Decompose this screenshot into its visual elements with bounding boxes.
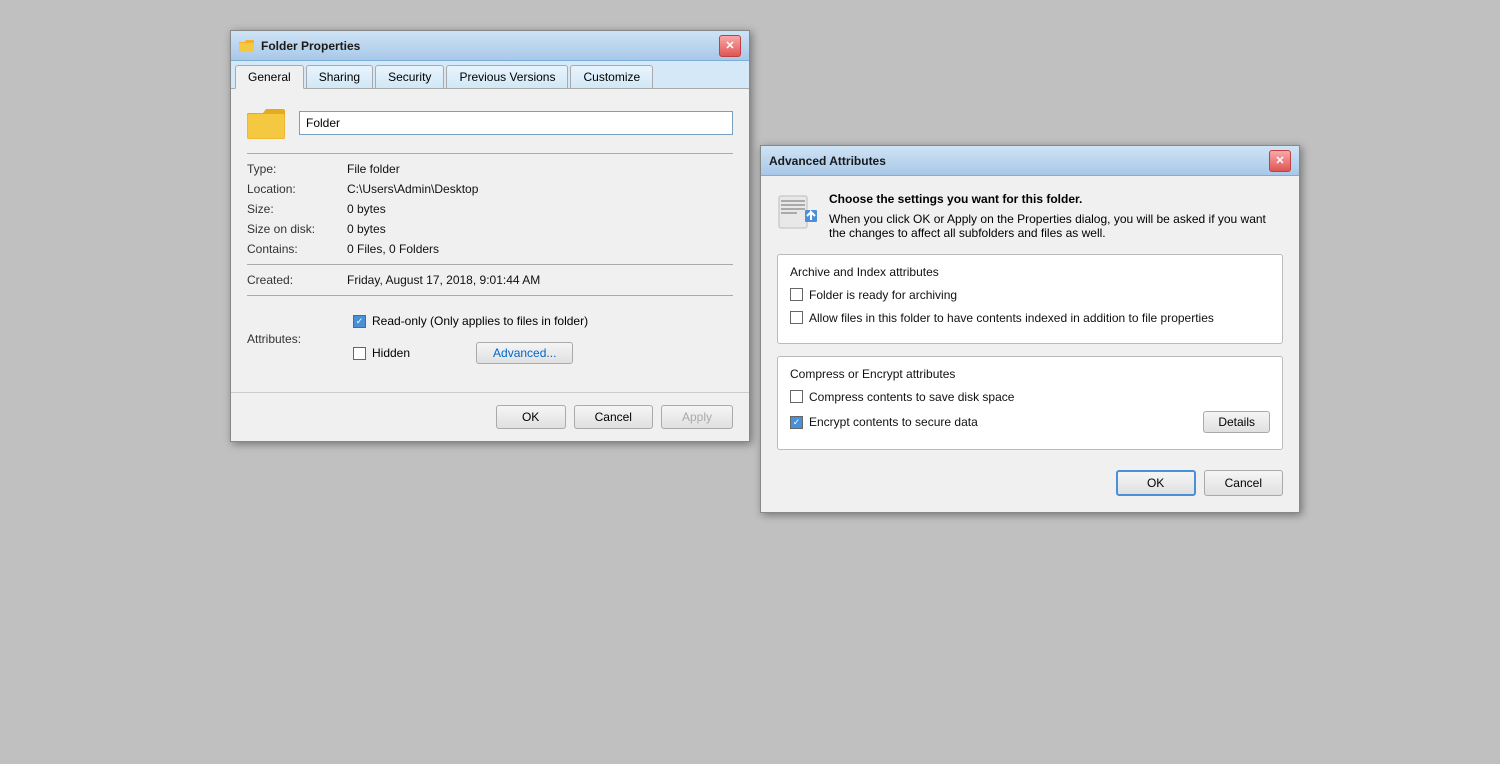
location-value: C:\Users\Admin\Desktop <box>347 182 478 196</box>
compress-checkbox-row: Compress contents to save disk space <box>790 389 1270 406</box>
type-label: Type: <box>247 162 347 176</box>
size-label: Size: <box>247 202 347 216</box>
adv-attrs-icon <box>777 192 817 232</box>
index-checkbox-label: Allow files in this folder to have conte… <box>809 310 1214 327</box>
folder-props-title: Folder Properties <box>261 39 719 53</box>
hidden-row: Hidden Advanced... <box>353 342 573 364</box>
adv-attrs-titlebar: Advanced Attributes ✕ <box>761 146 1299 176</box>
size-row: Size: 0 bytes <box>247 202 733 216</box>
folder-properties-dialog: Folder Properties ✕ General Sharing Secu… <box>230 30 750 442</box>
index-checkbox-row: Allow files in this folder to have conte… <box>790 310 1270 327</box>
archive-checkbox[interactable] <box>790 288 803 301</box>
readonly-label: Read-only (Only applies to files in fold… <box>372 314 588 328</box>
cancel-button[interactable]: Cancel <box>574 405 653 429</box>
adv-attrs-content: Choose the settings you want for this fo… <box>761 176 1299 512</box>
hidden-checkbox[interactable] <box>353 347 366 360</box>
created-label: Created: <box>247 273 347 287</box>
compress-checkbox-label: Compress contents to save disk space <box>809 389 1014 406</box>
size-value: 0 bytes <box>347 202 386 216</box>
encrypt-checkbox-group: Encrypt contents to secure data <box>790 414 978 431</box>
divider-3 <box>247 295 733 296</box>
adv-header: Choose the settings you want for this fo… <box>777 192 1283 240</box>
tab-sharing[interactable]: Sharing <box>306 65 373 88</box>
attributes-label: Attributes: <box>247 332 347 346</box>
contains-value: 0 Files, 0 Folders <box>347 242 439 256</box>
divider-1 <box>247 153 733 154</box>
encrypt-row: Encrypt contents to secure data Details <box>790 411 1270 433</box>
divider-2 <box>247 264 733 265</box>
encrypt-checkbox[interactable] <box>790 416 803 429</box>
folder-props-close-button[interactable]: ✕ <box>719 35 741 57</box>
type-row: Type: File folder <box>247 162 733 176</box>
contains-label: Contains: <box>247 242 347 256</box>
tab-general[interactable]: General <box>235 65 304 89</box>
adv-header-text: Choose the settings you want for this fo… <box>829 192 1283 240</box>
folder-props-tab-strip: General Sharing Security Previous Versio… <box>231 61 749 89</box>
tab-customize[interactable]: Customize <box>570 65 653 88</box>
advanced-attributes-dialog: Advanced Attributes ✕ Choose the setting… <box>760 145 1300 513</box>
size-on-disk-row: Size on disk: 0 bytes <box>247 222 733 236</box>
ok-button[interactable]: OK <box>496 405 566 429</box>
folder-props-buttons: OK Cancel Apply <box>231 392 749 441</box>
adv-dialog-buttons: OK Cancel <box>777 462 1283 496</box>
index-checkbox[interactable] <box>790 311 803 324</box>
created-row: Created: Friday, August 17, 2018, 9:01:4… <box>247 273 733 287</box>
compress-checkbox[interactable] <box>790 390 803 403</box>
folder-props-titlebar: Folder Properties ✕ <box>231 31 749 61</box>
folder-name-section <box>247 105 733 141</box>
tab-previous-versions[interactable]: Previous Versions <box>446 65 568 88</box>
details-button[interactable]: Details <box>1203 411 1270 433</box>
adv-header-line2: When you click OK or Apply on the Proper… <box>829 212 1283 240</box>
tab-security[interactable]: Security <box>375 65 444 88</box>
attributes-section: Attributes: Read-only (Only applies to f… <box>247 306 733 372</box>
adv-attrs-title: Advanced Attributes <box>769 154 1269 168</box>
folder-props-content: Type: File folder Location: C:\Users\Adm… <box>231 89 749 392</box>
readonly-row: Read-only (Only applies to files in fold… <box>353 314 588 328</box>
advanced-button[interactable]: Advanced... <box>476 342 573 364</box>
attributes-row: Attributes: Read-only (Only applies to f… <box>247 306 733 372</box>
folder-title-icon <box>239 38 255 54</box>
archive-section: Archive and Index attributes Folder is r… <box>777 254 1283 344</box>
type-value: File folder <box>347 162 400 176</box>
adv-cancel-button[interactable]: Cancel <box>1204 470 1283 496</box>
adv-ok-button[interactable]: OK <box>1116 470 1196 496</box>
archive-section-title: Archive and Index attributes <box>790 265 1270 279</box>
archive-checkbox-label: Folder is ready for archiving <box>809 287 957 304</box>
archive-checkbox-row: Folder is ready for archiving <box>790 287 1270 304</box>
size-on-disk-label: Size on disk: <box>247 222 347 236</box>
created-value: Friday, August 17, 2018, 9:01:44 AM <box>347 273 540 287</box>
apply-button[interactable]: Apply <box>661 405 733 429</box>
readonly-checkbox[interactable] <box>353 315 366 328</box>
compress-section-title: Compress or Encrypt attributes <box>790 367 1270 381</box>
adv-header-line1: Choose the settings you want for this fo… <box>829 192 1283 206</box>
contains-row: Contains: 0 Files, 0 Folders <box>247 242 733 256</box>
compress-section: Compress or Encrypt attributes Compress … <box>777 356 1283 451</box>
hidden-label: Hidden <box>372 346 410 360</box>
adv-attrs-close-button[interactable]: ✕ <box>1269 150 1291 172</box>
encrypt-checkbox-label: Encrypt contents to secure data <box>809 414 978 431</box>
size-on-disk-value: 0 bytes <box>347 222 386 236</box>
folder-name-input[interactable] <box>299 111 733 135</box>
folder-icon <box>247 105 287 141</box>
location-label: Location: <box>247 182 347 196</box>
attributes-controls: Read-only (Only applies to files in fold… <box>353 310 733 368</box>
location-row: Location: C:\Users\Admin\Desktop <box>247 182 733 196</box>
